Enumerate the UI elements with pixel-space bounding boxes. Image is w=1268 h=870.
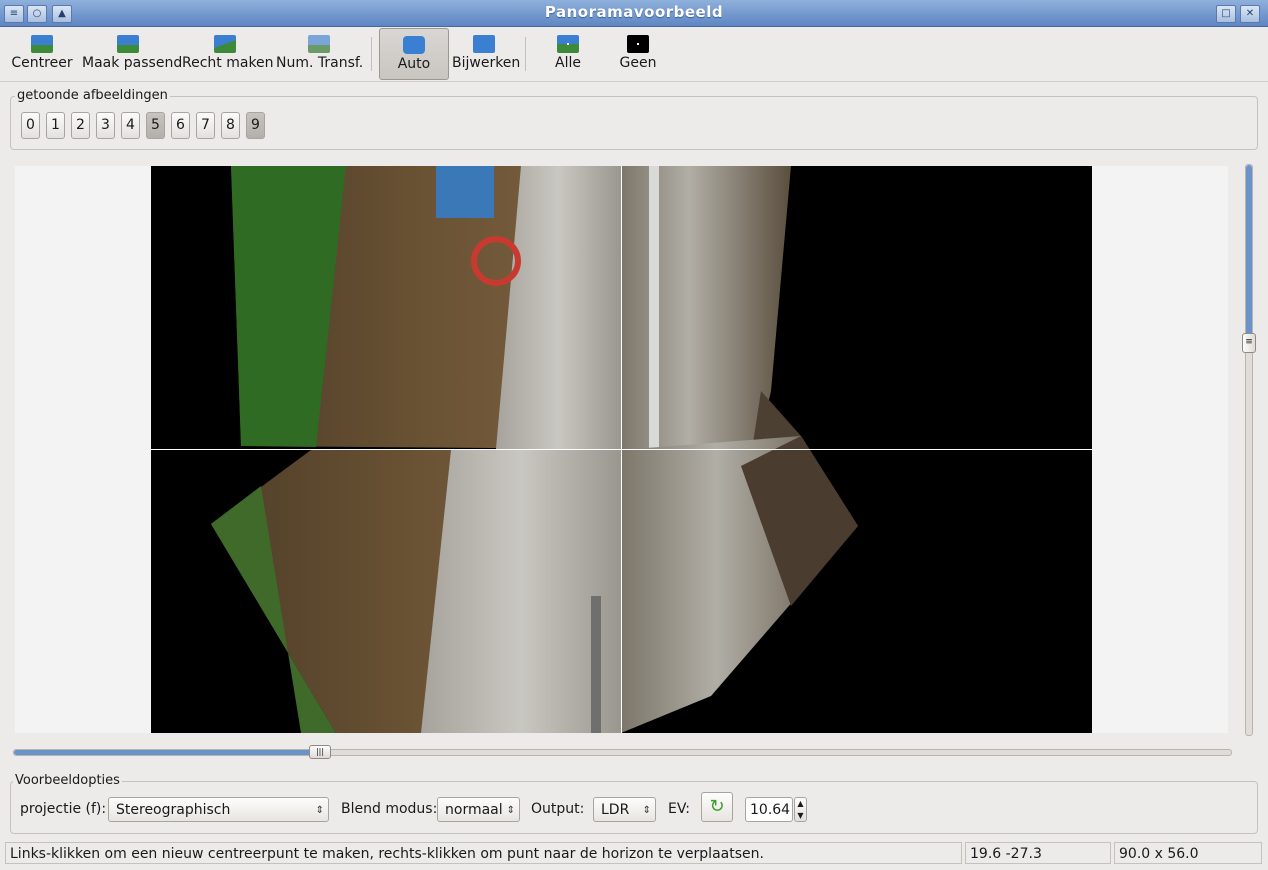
show-none-label: Geen [619, 55, 657, 71]
straighten-icon [214, 35, 236, 53]
blend-label: Blend modus: [341, 801, 438, 817]
auto-label: Auto [397, 56, 431, 72]
panorama-image [151, 166, 1092, 733]
window-title: Panoramavoorbeeld [544, 3, 724, 21]
pitch-slider-track[interactable] [1245, 164, 1253, 736]
fit-label: Maak passend [82, 55, 183, 71]
projection-select[interactable]: Stereographisch ⇕ [108, 797, 329, 822]
shown-images-title: getoonde afbeeldingen [15, 88, 170, 103]
update-icon [473, 35, 495, 53]
num-transf-icon [308, 35, 330, 53]
blend-value: normaal [445, 802, 503, 818]
status-fov: 90.0 x 56.0 [1114, 842, 1262, 864]
auto-button[interactable]: Auto [379, 28, 449, 80]
show-all-label: Alle [555, 55, 581, 71]
shown-images-group: getoonde afbeeldingen 0123456789 [10, 88, 1258, 150]
projection-value: Stereographisch [116, 802, 231, 818]
image-toggle-1[interactable]: 1 [46, 112, 65, 139]
ev-label: EV: [668, 801, 690, 817]
toolbar-separator [525, 37, 526, 71]
panorama-canvas[interactable] [151, 166, 1092, 733]
num-transf-label: Num. Transf. [276, 55, 364, 71]
show-none-button[interactable]: Geen [610, 28, 666, 78]
yaw-slider-track[interactable] [13, 749, 1232, 756]
update-button[interactable]: Bijwerken [452, 28, 521, 78]
center-icon [31, 35, 53, 53]
straighten-label: Recht maken [182, 55, 274, 71]
center-button[interactable]: Centreer [10, 28, 74, 78]
chevron-updown-icon: ⇕ [642, 805, 651, 816]
show-all-icon [557, 35, 579, 53]
ev-reset-button[interactable]: ↻ [701, 792, 733, 822]
refresh-icon [403, 36, 425, 54]
center-label: Centreer [11, 55, 73, 71]
image-toggle-0[interactable]: 0 [21, 112, 40, 139]
image-toggle-7[interactable]: 7 [196, 112, 215, 139]
image-toggle-3[interactable]: 3 [96, 112, 115, 139]
preview-area [15, 166, 1228, 733]
fit-button[interactable]: Maak passend [82, 28, 183, 78]
redo-arrow-icon: ↻ [709, 796, 725, 817]
toolbar-separator [371, 37, 372, 71]
image-toggle-9[interactable]: 9 [246, 112, 265, 139]
image-toggle-4[interactable]: 4 [121, 112, 140, 139]
title-bar: ≡ ○ ▲ Panoramavoorbeeld □ ✕ [0, 0, 1268, 27]
image-toggle-6[interactable]: 6 [171, 112, 190, 139]
update-label: Bijwerken [452, 55, 521, 71]
status-bar: Links-klikken om een nieuw centreerpunt … [0, 841, 1268, 870]
image-toggle-5[interactable]: 5 [146, 112, 165, 139]
status-message: Links-klikken om een nieuw centreerpunt … [5, 842, 962, 864]
num-transf-button[interactable]: Num. Transf. [276, 28, 364, 78]
image-toggle-8[interactable]: 8 [221, 112, 240, 139]
yaw-slider-handle[interactable]: ||| [309, 745, 331, 759]
pitch-slider-handle[interactable]: ≡ [1242, 333, 1256, 353]
chevron-updown-icon: ⇕ [506, 805, 515, 816]
image-toggle-2[interactable]: 2 [71, 112, 90, 139]
ev-spinbox[interactable]: 10.64 [745, 797, 793, 822]
output-label: Output: [531, 801, 585, 817]
blend-select[interactable]: normaal ⇕ [437, 797, 520, 822]
fit-icon [117, 35, 139, 53]
straighten-button[interactable]: Recht maken [182, 28, 274, 78]
preview-options-title: Voorbeeldopties [13, 773, 122, 788]
toolbar: Centreer Maak passend Recht maken Num. T… [0, 27, 1268, 82]
output-value: LDR [601, 802, 630, 818]
ev-spin-buttons[interactable]: ▲ ▼ [794, 797, 807, 822]
close-icon[interactable]: ✕ [1240, 5, 1260, 23]
maximize-icon[interactable]: □ [1216, 5, 1236, 23]
ev-value: 10.64 [750, 802, 791, 818]
show-none-icon [627, 35, 649, 53]
output-select[interactable]: LDR ⇕ [593, 797, 656, 822]
chevron-updown-icon: ⇕ [315, 805, 324, 816]
show-all-button[interactable]: Alle [540, 28, 596, 78]
status-coords: 19.6 -27.3 [965, 842, 1111, 864]
projection-label: projectie (f): [20, 801, 107, 817]
